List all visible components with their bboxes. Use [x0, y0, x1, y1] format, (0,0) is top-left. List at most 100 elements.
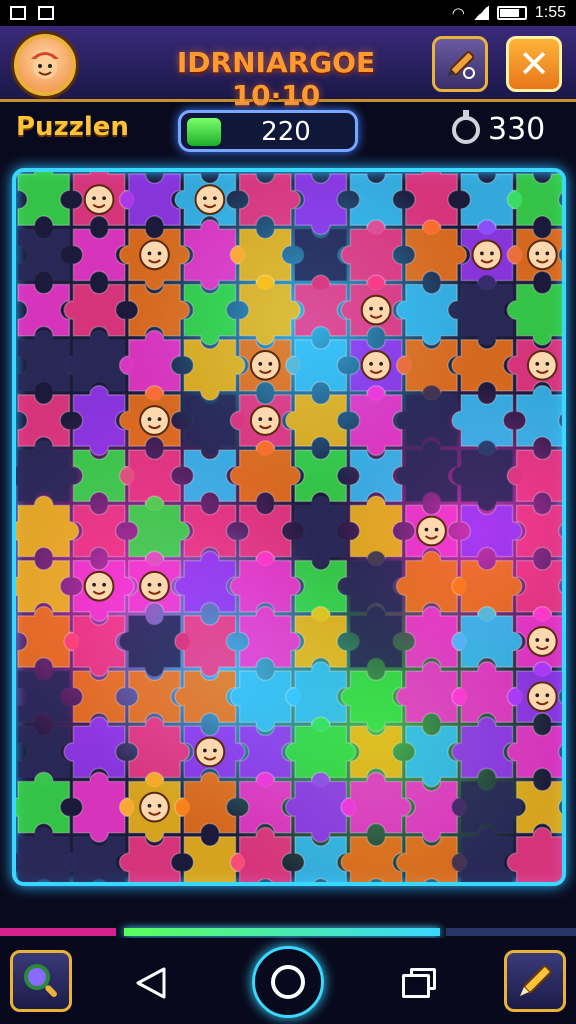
puzzle-piece[interactable] [118, 173, 181, 226]
pencil-icon [520, 965, 552, 996]
puzzle-piece[interactable] [340, 550, 403, 613]
puzzle-piece[interactable] [349, 605, 403, 668]
progress-remaining [446, 928, 576, 936]
puzzle-piece[interactable] [72, 228, 126, 282]
kid-face-icon[interactable] [14, 34, 76, 96]
puzzle-piece[interactable] [128, 283, 191, 337]
puzzle-piece[interactable] [451, 605, 523, 668]
puzzle-piece[interactable] [174, 670, 237, 724]
puzzle-piece[interactable] [229, 550, 301, 613]
puzzle-piece[interactable] [238, 173, 301, 226]
stopwatch-icon [452, 109, 480, 144]
notification-icon [10, 6, 26, 20]
puzzle-piece[interactable] [63, 283, 126, 337]
cartoon-character-icon [526, 239, 558, 271]
puzzle-piece[interactable] [506, 449, 566, 503]
puzzle-piece[interactable] [506, 826, 566, 886]
timer-value: 330 [488, 112, 546, 147]
puzzle-piece[interactable] [16, 771, 71, 834]
cartoon-character-icon [360, 349, 392, 381]
puzzle-piece[interactable] [238, 274, 301, 346]
puzzle-label: Puzzlen [16, 112, 129, 142]
puzzle-piece[interactable] [285, 338, 348, 392]
puzzle-piece[interactable] [183, 283, 237, 346]
puzzle-piece[interactable] [506, 173, 566, 226]
battery-icon [496, 6, 527, 20]
recent-apps-icon[interactable] [402, 968, 438, 998]
puzzle-piece[interactable] [451, 826, 514, 886]
puzzle-piece[interactable] [395, 440, 458, 503]
draw-button[interactable] [504, 950, 566, 1012]
back-triangle-icon[interactable] [134, 966, 170, 1000]
puzzle-piece[interactable] [451, 274, 514, 346]
puzzle-piece[interactable] [63, 836, 126, 886]
puzzle-piece[interactable] [515, 384, 566, 447]
puzzle-piece[interactable] [63, 716, 126, 779]
home-button[interactable] [252, 946, 324, 1018]
puzzle-piece[interactable] [294, 605, 348, 668]
close-button[interactable]: ✕ [506, 36, 562, 92]
magnifier-icon [24, 964, 57, 997]
puzzle-piece[interactable] [183, 338, 246, 401]
puzzle-piece[interactable] [506, 283, 566, 346]
puzzle-piece[interactable] [395, 283, 458, 346]
puzzle-piece[interactable] [340, 836, 403, 886]
progress-bar [0, 928, 576, 936]
puzzle-piece[interactable] [340, 771, 412, 834]
progress-fill [124, 928, 440, 936]
edit-button[interactable] [432, 36, 488, 92]
bottom-bar [0, 938, 576, 1024]
puzzle-piece[interactable] [17, 283, 71, 337]
puzzle-piece[interactable] [395, 384, 458, 447]
game-header: IDRNIARGOE 10·10 ✕ [0, 26, 576, 112]
puzzle-piece[interactable] [16, 440, 80, 503]
puzzle-piece[interactable] [118, 836, 181, 886]
hint-button[interactable] [10, 950, 72, 1012]
puzzle-piece[interactable] [294, 274, 348, 337]
puzzle-piece[interactable] [460, 504, 523, 558]
cartoon-character-icon [360, 294, 392, 326]
cartoon-character-icon [83, 570, 115, 602]
signal-icon [472, 6, 489, 20]
wifi-icon: ◠ [451, 4, 465, 22]
puzzle-piece[interactable] [238, 605, 301, 668]
puzzle-piece[interactable] [17, 228, 71, 282]
puzzle-piece[interactable] [238, 771, 292, 834]
puzzle-piece[interactable] [229, 440, 301, 503]
progress-segment-start [0, 928, 116, 936]
cartoon-character-icon [526, 681, 558, 713]
cartoon-character-icon [139, 405, 170, 436]
cartoon-character-icon [249, 405, 281, 436]
puzzle-piece[interactable] [340, 670, 403, 733]
puzzle-piece[interactable] [17, 172, 71, 226]
status-right: ◠ 1:55 [452, 4, 566, 22]
puzzle-piece[interactable] [229, 826, 292, 886]
puzzle-piece[interactable] [63, 615, 126, 678]
timer: 330 [452, 109, 546, 147]
puzzle-piece[interactable] [285, 394, 348, 447]
photo-icon [38, 6, 54, 20]
puzzle-piece[interactable] [405, 219, 468, 282]
puzzle-piece[interactable] [174, 550, 237, 613]
cartoon-character-icon [416, 515, 447, 547]
puzzle-board-grid[interactable] [16, 172, 566, 886]
cartoon-character-icon [194, 184, 226, 215]
cartoon-character-icon [194, 736, 226, 768]
level-title: IDRNIARGOE 10·10 [176, 46, 376, 112]
close-icon: ✕ [518, 42, 550, 86]
puzzle-piece[interactable] [506, 725, 566, 779]
status-time: 1:55 [534, 4, 566, 21]
score-value: 220 [261, 117, 311, 147]
puzzle-piece[interactable] [174, 615, 237, 678]
puzzle-piece[interactable] [174, 771, 237, 834]
puzzle-piece[interactable] [294, 173, 348, 236]
status-bar: ◠ 1:55 [0, 0, 576, 26]
puzzle-board[interactable] [12, 168, 566, 886]
puzzle-piece[interactable] [16, 495, 80, 558]
puzzle-piece[interactable] [451, 338, 514, 392]
score-box: 220 [178, 110, 358, 152]
cartoon-character-icon [139, 239, 170, 271]
puzzle-piece[interactable] [451, 716, 514, 779]
puzzle-piece[interactable] [405, 725, 458, 788]
cartoon-character-icon [139, 791, 170, 823]
